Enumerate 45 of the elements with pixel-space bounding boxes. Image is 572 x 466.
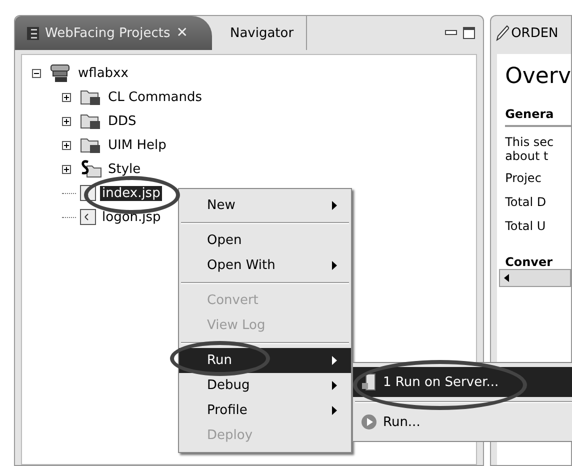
menu-item[interactable]: Profile: [179, 398, 351, 423]
menu-item[interactable]: 1 Run on Server...: [353, 367, 572, 397]
submenu-arrow-icon: [332, 356, 337, 365]
field-label: Projec: [505, 171, 542, 185]
panel-tab[interactable]: WebFacing Projects ✕: [15, 16, 212, 50]
file-icon: [80, 209, 96, 225]
editor-tab[interactable]: ORDEN: [491, 16, 571, 50]
server-project-icon: [50, 63, 72, 83]
submenu-arrow-icon: [332, 201, 337, 210]
menu-item[interactable]: Debug: [179, 373, 351, 398]
pencil-icon: [495, 25, 510, 41]
tree-item[interactable]: CL Commands: [106, 90, 204, 104]
tree-item[interactable]: logon.jsp: [100, 210, 163, 224]
menu-item[interactable]: New: [179, 193, 351, 218]
folder-icon: [80, 88, 102, 106]
menu-item[interactable]: Open With: [179, 253, 351, 278]
horizontal-scrollbar[interactable]: [499, 269, 571, 287]
tree-item[interactable]: Style: [106, 162, 143, 176]
submenu-arrow-icon: [332, 261, 337, 270]
submenu-arrow-icon: [332, 406, 337, 415]
field-label: Total U: [505, 219, 547, 233]
menu-item[interactable]: Open: [179, 228, 351, 253]
tree-item[interactable]: DDS: [106, 114, 138, 128]
menu-item[interactable]: Run...: [353, 407, 572, 437]
minimize-icon[interactable]: [445, 30, 458, 36]
section-title: Conver: [505, 255, 554, 269]
maximize-icon[interactable]: [463, 27, 476, 39]
field-label: Total D: [505, 195, 548, 209]
style-folder-icon: [80, 160, 102, 178]
tree-item[interactable]: wflabxx: [76, 66, 130, 80]
close-icon[interactable]: ✕: [176, 25, 188, 41]
submenu-arrow-icon: [332, 381, 337, 390]
panel-tab[interactable]: Navigator: [218, 16, 307, 50]
run-icon: [361, 414, 377, 430]
folder-icon: [80, 136, 102, 154]
section-title: Genera: [505, 107, 571, 127]
tree-item[interactable]: index.jsp: [100, 186, 162, 200]
server-icon: [361, 373, 377, 391]
section-description: This sec about t: [505, 135, 555, 163]
scroll-left-icon[interactable]: [504, 274, 510, 282]
tree-item[interactable]: UIM Help: [106, 138, 168, 152]
menu-item[interactable]: Run: [179, 348, 351, 373]
editor-heading: Overv: [505, 64, 571, 89]
folder-icon: [80, 112, 102, 130]
list-icon: [27, 26, 39, 40]
